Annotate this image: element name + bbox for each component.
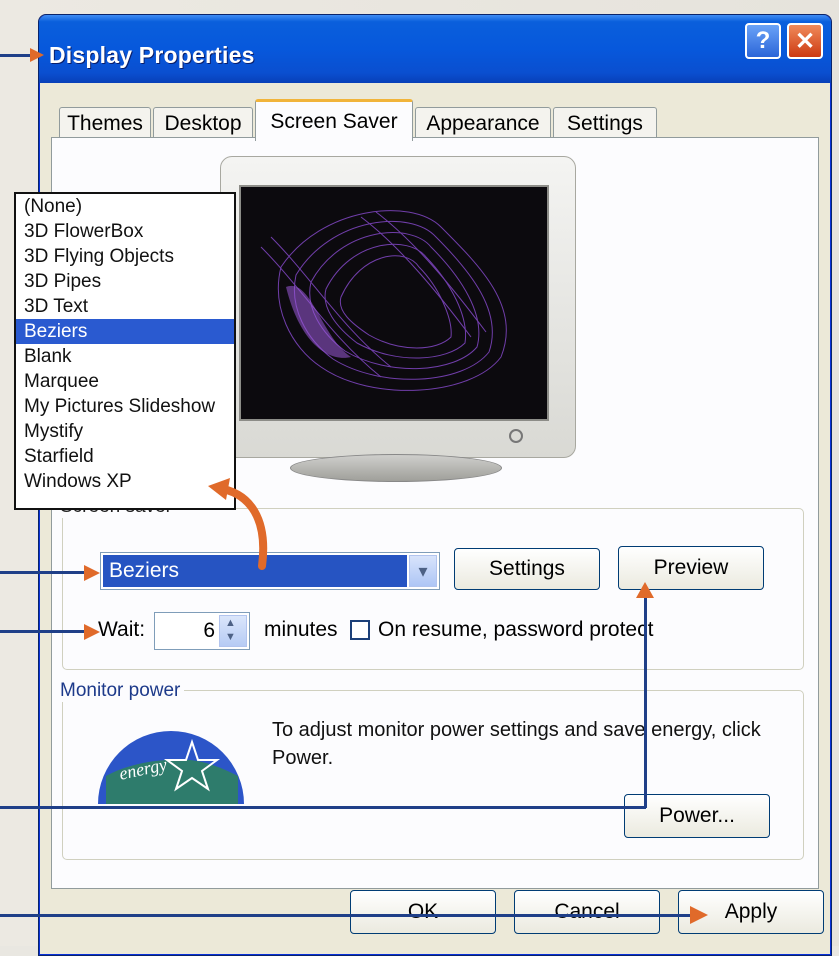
wait-minutes-value: 6 bbox=[203, 619, 215, 642]
minutes-label: minutes bbox=[264, 618, 338, 641]
page: Display Properties ? ✕ Themes Desktop Sc… bbox=[0, 0, 839, 956]
tab-screen-saver[interactable]: Screen Saver bbox=[255, 99, 413, 141]
list-item[interactable]: Starfield bbox=[16, 444, 234, 469]
tab-settings[interactable]: Settings bbox=[553, 107, 657, 139]
list-item[interactable]: My Pictures Slideshow bbox=[16, 394, 234, 419]
curved-arrow-icon bbox=[208, 478, 268, 570]
chevron-down-icon[interactable]: ▼ bbox=[225, 631, 236, 643]
close-button[interactable]: ✕ bbox=[787, 23, 823, 59]
chevron-down-icon[interactable]: ▾ bbox=[409, 555, 437, 587]
annotation-line-wait bbox=[0, 630, 86, 633]
annotation-arrow-icon bbox=[690, 906, 708, 924]
list-item[interactable]: Mystify bbox=[16, 419, 234, 444]
screen-saver-list[interactable]: (None) 3D FlowerBox 3D Flying Objects 3D… bbox=[14, 192, 236, 510]
power-led-icon bbox=[509, 429, 523, 443]
list-item[interactable]: Marquee bbox=[16, 369, 234, 394]
annotation-line-title bbox=[0, 54, 34, 57]
beziers-preview-graphic bbox=[260, 210, 507, 391]
tab-themes[interactable]: Themes bbox=[59, 107, 151, 139]
chevron-up-icon[interactable]: ▲ bbox=[225, 617, 236, 629]
annotation-line-preview-vertical bbox=[644, 594, 647, 808]
annotation-line-apply bbox=[0, 914, 690, 917]
annotation-line-preview bbox=[0, 806, 646, 809]
annotation-arrow-icon bbox=[84, 565, 100, 581]
list-item[interactable]: 3D Flying Objects bbox=[16, 244, 234, 269]
monitor-power-description: To adjust monitor power settings and sav… bbox=[272, 719, 761, 769]
energy-star-logo: energy bbox=[98, 724, 244, 804]
help-button[interactable]: ? bbox=[745, 23, 781, 59]
list-item-selected[interactable]: Beziers bbox=[16, 319, 234, 344]
monitor-stand bbox=[290, 454, 502, 482]
title-bar: Display Properties ? ✕ bbox=[39, 15, 831, 83]
annotation-arrow-icon bbox=[30, 48, 44, 62]
wait-minutes-stepper[interactable]: 6 ▲ ▼ bbox=[154, 612, 250, 650]
annotation-arrow-icon bbox=[84, 624, 100, 640]
preview-screen bbox=[239, 185, 549, 421]
annotation-line-dropdown bbox=[0, 571, 86, 574]
list-item[interactable]: Windows XP bbox=[16, 469, 234, 494]
list-item[interactable]: Blank bbox=[16, 344, 234, 369]
monitor-power-group-label: Monitor power bbox=[56, 680, 185, 702]
spin-arrows[interactable]: ▲ ▼ bbox=[219, 615, 247, 647]
password-protect-label: On resume, password protect bbox=[378, 618, 654, 641]
password-protect-checkbox[interactable] bbox=[350, 620, 370, 640]
annotation-arrow-icon bbox=[636, 582, 654, 598]
settings-button[interactable]: Settings bbox=[454, 548, 600, 590]
monitor-preview bbox=[220, 156, 576, 458]
tab-desktop[interactable]: Desktop bbox=[153, 107, 253, 139]
ok-button[interactable]: OK bbox=[350, 890, 496, 934]
list-item[interactable]: (None) bbox=[16, 194, 234, 219]
tab-appearance[interactable]: Appearance bbox=[415, 107, 551, 139]
cancel-button[interactable]: Cancel bbox=[514, 890, 660, 934]
wait-label: Wait: bbox=[98, 618, 146, 641]
list-item[interactable]: 3D Text bbox=[16, 294, 234, 319]
window-title: Display Properties bbox=[49, 42, 255, 68]
list-item[interactable]: 3D FlowerBox bbox=[16, 219, 234, 244]
list-item[interactable]: 3D Pipes bbox=[16, 269, 234, 294]
